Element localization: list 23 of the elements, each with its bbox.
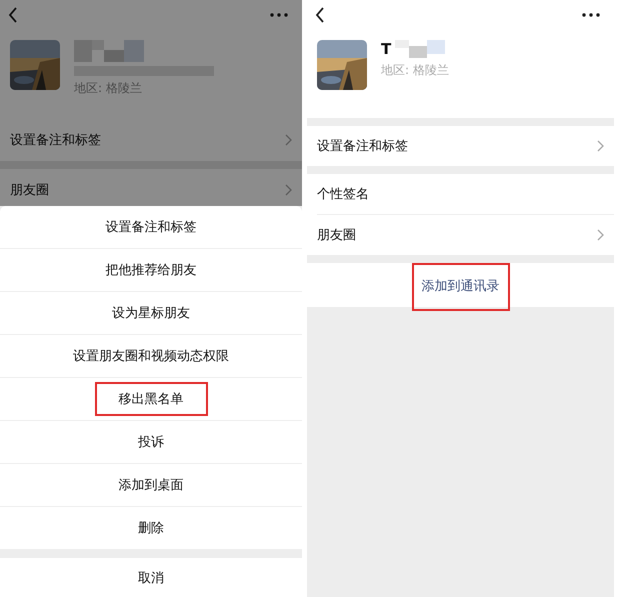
blurred-name bbox=[74, 40, 144, 62]
add-contact-link[interactable]: 添加到通讯录 bbox=[412, 263, 510, 311]
region-text: 地区: 格陵兰 bbox=[74, 80, 143, 97]
menu-item[interactable]: 移出黑名单 bbox=[94, 382, 208, 416]
menu-item[interactable]: 设置朋友圈和视频动态权限 bbox=[61, 339, 241, 373]
menu-item[interactable]: 删除 bbox=[126, 511, 176, 545]
menu-item[interactable]: 添加到桌面 bbox=[106, 468, 196, 502]
list-row[interactable]: 朋友圈 bbox=[0, 169, 302, 206]
chevron-icon bbox=[285, 184, 292, 196]
menu-item[interactable]: 投诉 bbox=[126, 425, 176, 459]
cancel-button[interactable]: 取消 bbox=[126, 561, 176, 595]
list-row[interactable]: 设置备注和标签 bbox=[0, 119, 302, 161]
region-text: 地区: 格陵兰 bbox=[381, 62, 449, 79]
blurred-name bbox=[395, 40, 446, 58]
more-icon[interactable] bbox=[582, 13, 600, 17]
chevron-icon bbox=[597, 229, 604, 241]
back-icon[interactable] bbox=[315, 7, 325, 23]
chevron-icon bbox=[285, 134, 292, 146]
chevron-icon bbox=[597, 140, 604, 152]
menu-item[interactable]: 把他推荐给朋友 bbox=[94, 253, 208, 287]
menu-item[interactable]: 设为星标朋友 bbox=[100, 296, 202, 330]
contact-name: T bbox=[381, 40, 392, 58]
menu-item[interactable]: 设置备注和标签 bbox=[94, 210, 208, 244]
